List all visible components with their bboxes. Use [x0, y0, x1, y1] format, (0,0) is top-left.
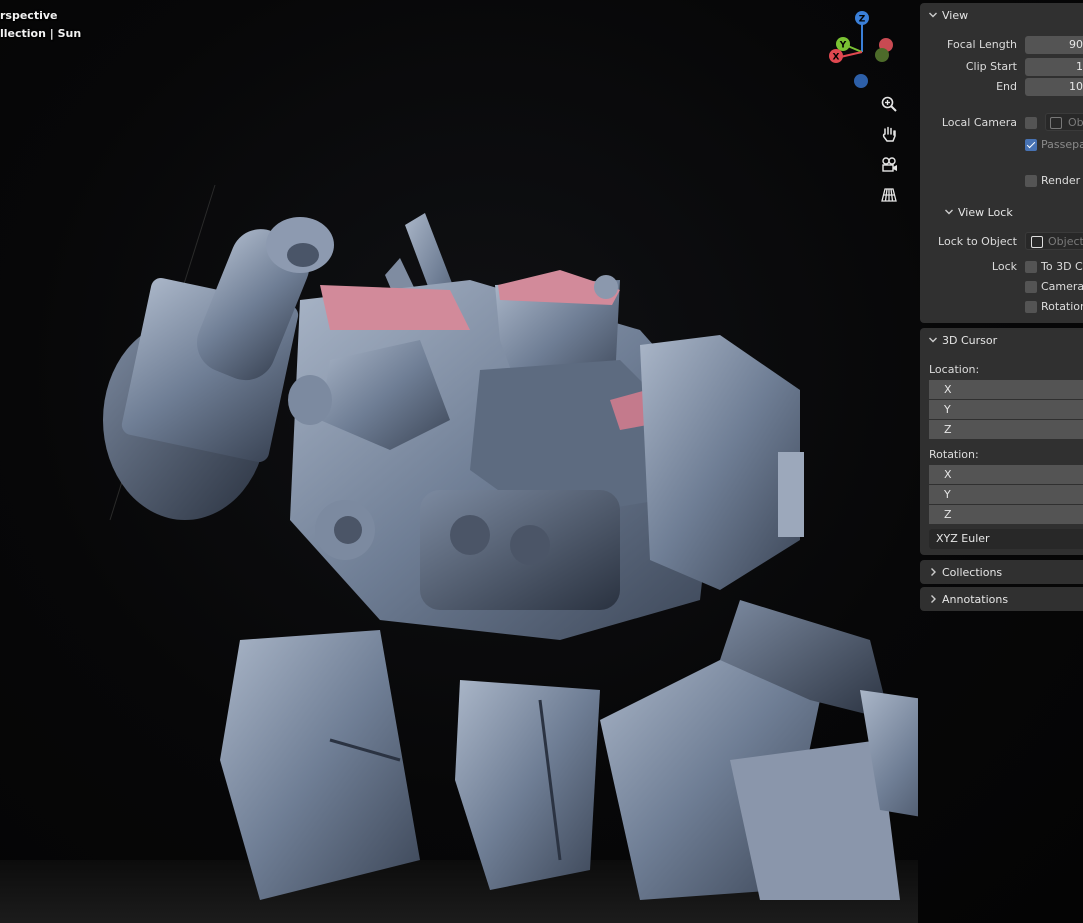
render-region-checkbox[interactable] [1025, 175, 1037, 187]
lock-label: Lock [991, 260, 1017, 273]
location-z-field[interactable]: Z [929, 420, 1083, 439]
lock-rotation-checkbox[interactable] [1025, 301, 1037, 313]
lock-to-3d-cursor-checkbox[interactable] [1025, 261, 1037, 273]
y-axis-label: Y [839, 41, 847, 51]
collections-panel-header[interactable]: Collections [920, 560, 1083, 584]
3d-cursor-panel: 3D Cursor Location: X Y Z Rotation: X Y … [920, 328, 1083, 555]
clip-start-label: Clip Start [965, 60, 1017, 73]
annotations-panel-header[interactable]: Annotations [920, 587, 1083, 611]
rotation-x-field[interactable]: X [929, 465, 1083, 484]
object-icon [1031, 236, 1043, 248]
lock-rotation-label: Rotation [1041, 300, 1083, 313]
camera-view-icon[interactable] [875, 151, 903, 179]
focal-length-field[interactable]: 90 [1025, 36, 1083, 54]
collection-object-label: llection | Sun [0, 27, 82, 40]
location-label: Location: [929, 363, 980, 376]
view-panel-title: View [942, 8, 969, 22]
chevron-down-icon [929, 12, 937, 18]
render-region-label: Render [1041, 174, 1081, 187]
rotation-z-field[interactable]: Z [929, 505, 1083, 524]
lock-to-3d-cursor-label: To 3D C [1041, 260, 1083, 273]
3d-cursor-panel-title: 3D Cursor [942, 333, 998, 347]
local-camera-checkbox[interactable] [1025, 117, 1037, 129]
navigation-gizmo[interactable]: Z Y X [826, 8, 906, 98]
z-negative-ball[interactable] [854, 74, 868, 88]
clip-end-label: End [996, 80, 1017, 93]
focal-length-label: Focal Length [947, 38, 1017, 51]
location-x-field[interactable]: X [929, 380, 1083, 399]
clip-end-field[interactable]: 10 [1025, 78, 1083, 96]
location-y-field[interactable]: Y [929, 400, 1083, 419]
lock-camera-label: Camera [1041, 280, 1083, 293]
view-perspective-label: rspective [0, 9, 58, 22]
chevron-right-icon [931, 568, 936, 576]
local-camera-label: Local Camera [941, 116, 1017, 129]
zoom-icon[interactable] [875, 90, 903, 118]
sidebar-n-panel: View Focal Length 90 Clip Start 1 End 10… [918, 0, 1083, 923]
clip-start-field[interactable]: 1 [1025, 58, 1083, 76]
view-panel: View Focal Length 90 Clip Start 1 End 10… [920, 3, 1083, 323]
view-lock-title: View Lock [958, 205, 1013, 219]
collections-panel-title: Collections [942, 565, 1003, 579]
passepartout-checkbox[interactable] [1025, 139, 1037, 151]
passepartout-label: Passepa [1041, 138, 1083, 151]
y-negative-ball[interactable] [875, 48, 889, 62]
chevron-right-icon [931, 595, 936, 603]
z-axis-label: Z [859, 15, 866, 25]
chevron-down-icon [929, 337, 937, 343]
annotations-panel-title: Annotations [942, 592, 1009, 606]
chevron-down-icon [945, 209, 953, 215]
view-lock-subpanel-header[interactable]: View Lock [936, 200, 1013, 224]
x-axis-label: X [833, 53, 840, 63]
3d-cursor-panel-header[interactable]: 3D Cursor [920, 328, 997, 352]
grid-projection-icon[interactable] [875, 181, 903, 209]
rotation-mode-dropdown[interactable]: XYZ Euler [929, 529, 1083, 549]
lock-to-object-field[interactable]: Object [1025, 232, 1083, 250]
object-icon [1050, 117, 1062, 129]
local-camera-object-field[interactable]: Ob [1045, 113, 1083, 131]
lock-to-object-label: Lock to Object [938, 235, 1017, 248]
lock-camera-checkbox[interactable] [1025, 281, 1037, 293]
view-panel-header[interactable]: View [920, 3, 968, 27]
rotation-label: Rotation: [929, 448, 979, 461]
rotation-y-field[interactable]: Y [929, 485, 1083, 504]
robot-model-render [0, 184, 918, 923]
hand-pan-icon[interactable] [875, 120, 903, 148]
